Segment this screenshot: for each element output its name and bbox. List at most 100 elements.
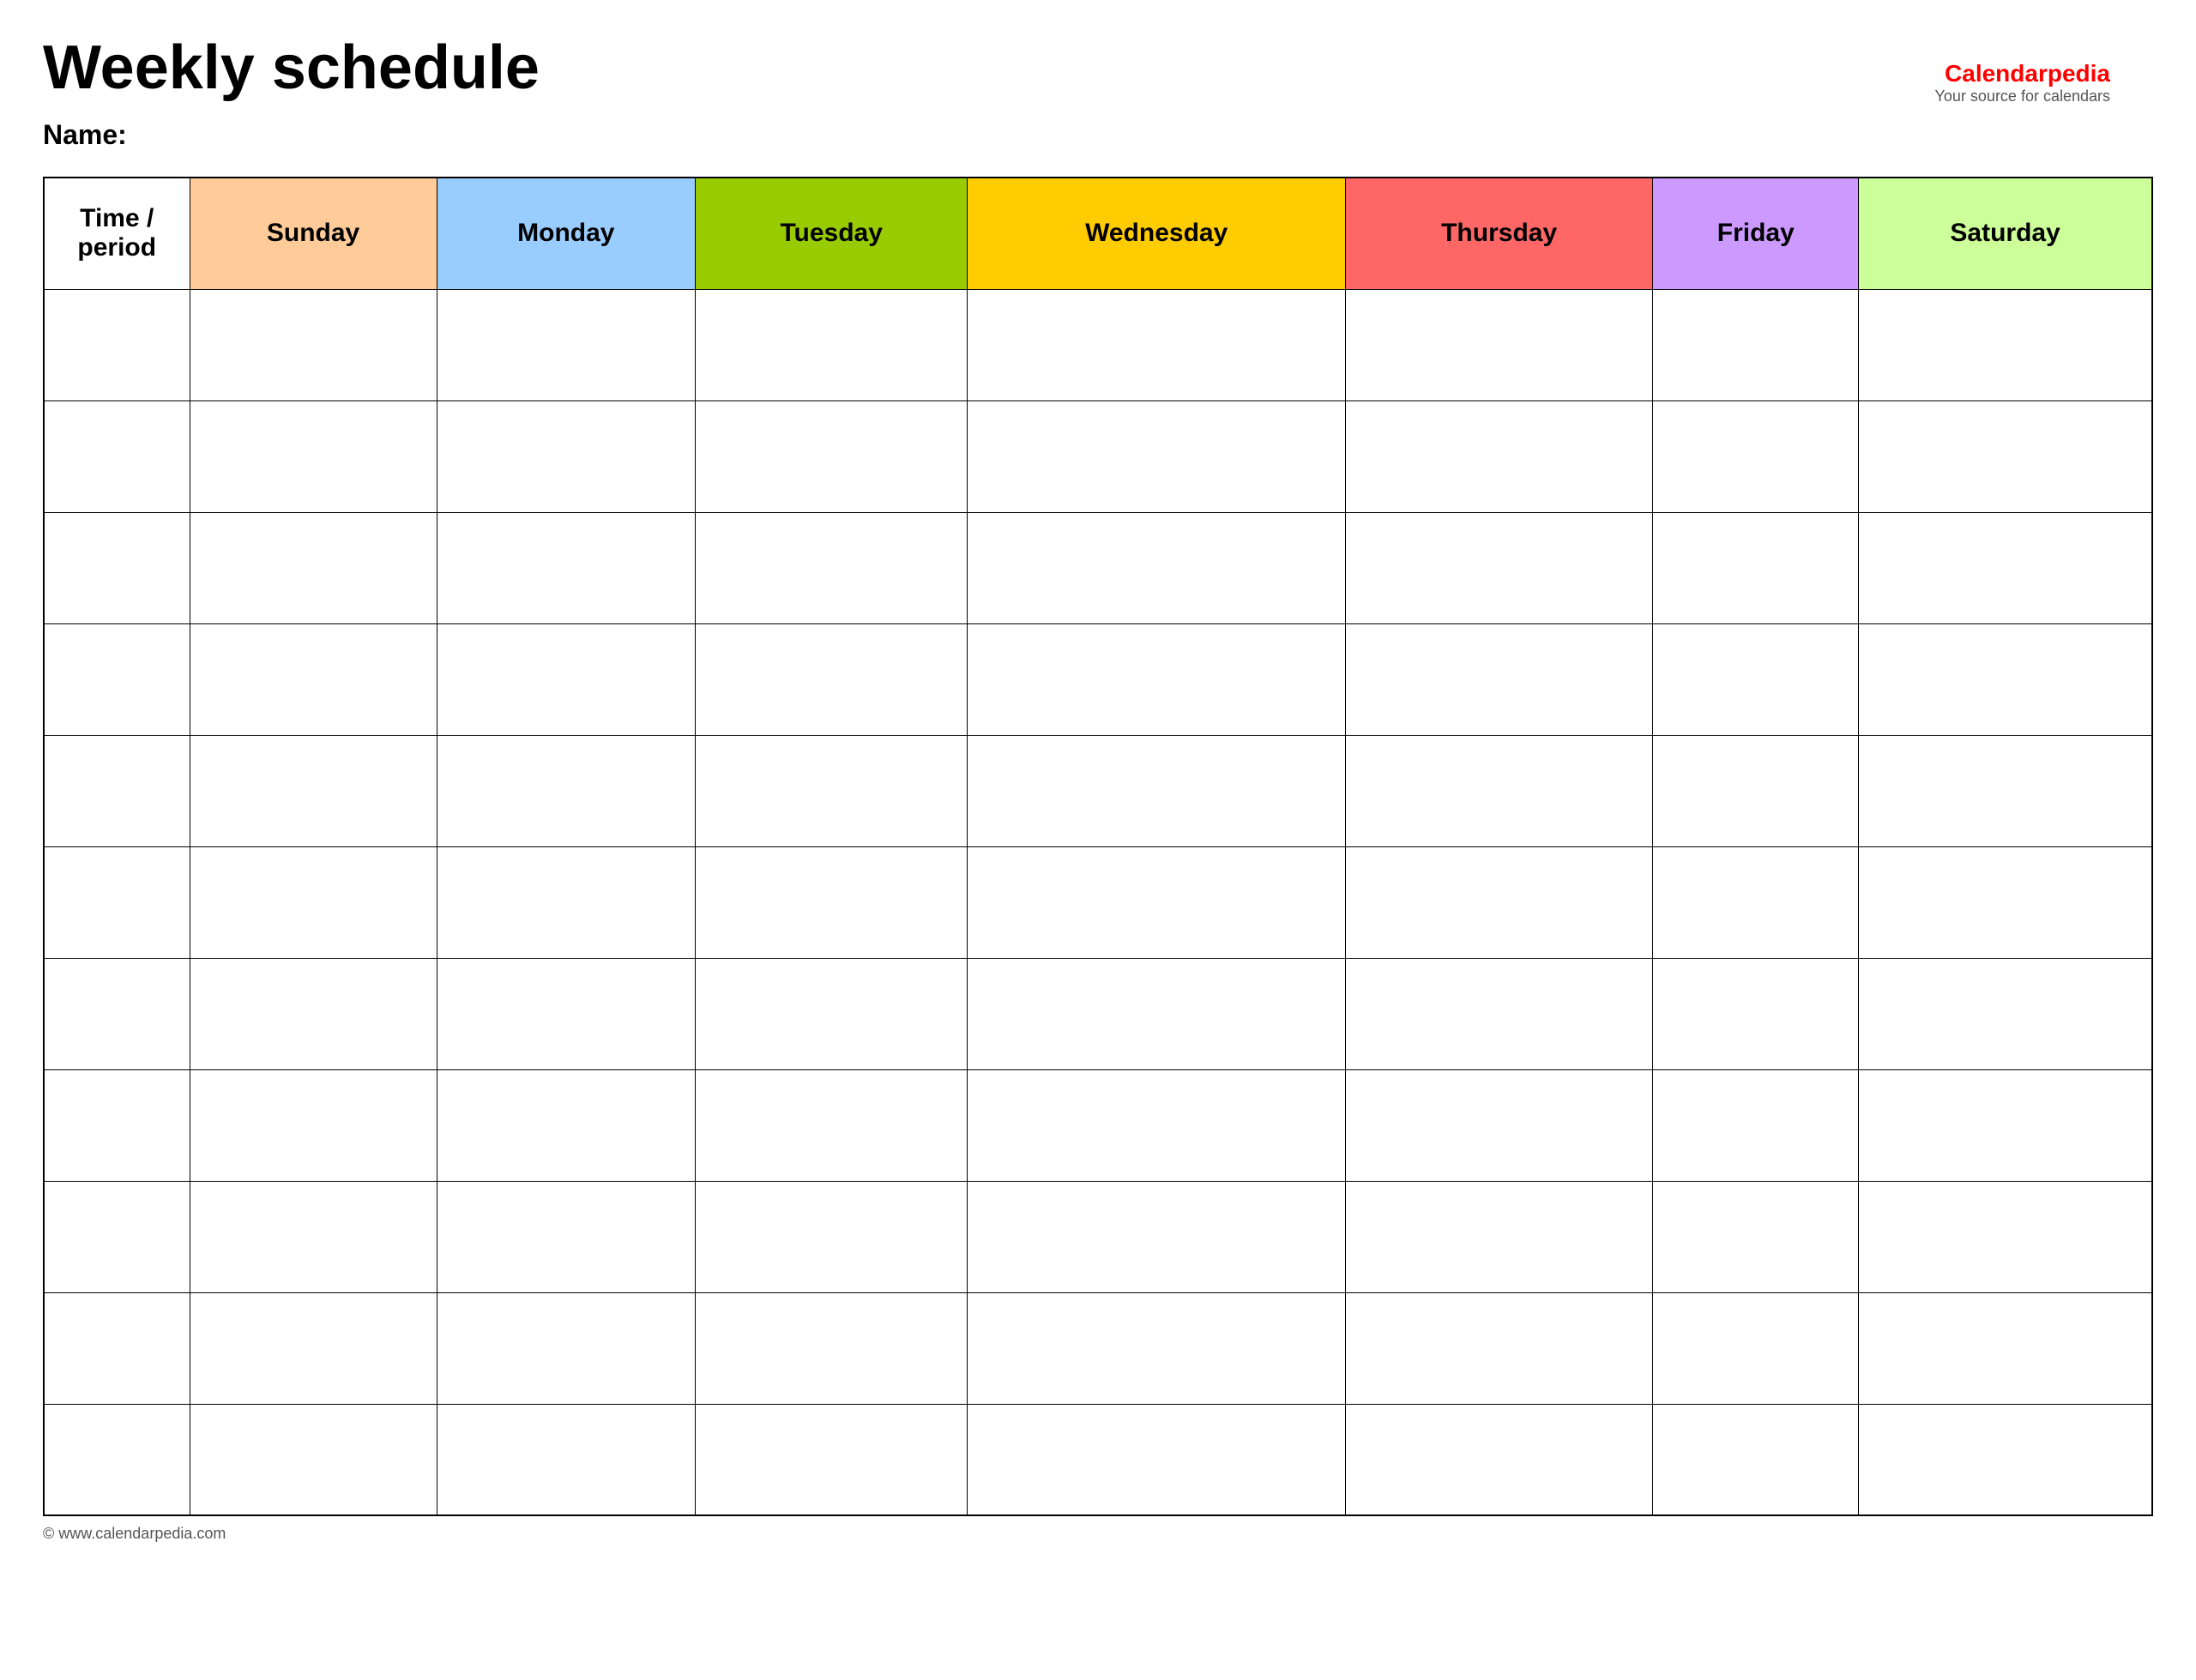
table-cell[interactable]	[968, 846, 1345, 958]
table-cell[interactable]	[1859, 1181, 2152, 1292]
table-cell[interactable]	[1345, 846, 1652, 958]
table-cell[interactable]	[1653, 846, 1859, 958]
table-cell[interactable]	[695, 512, 968, 623]
table-cell[interactable]	[1345, 400, 1652, 512]
table-cell[interactable]	[1653, 289, 1859, 400]
table-cell[interactable]	[437, 846, 695, 958]
table-cell[interactable]	[968, 1181, 1345, 1292]
table-cell[interactable]	[190, 958, 437, 1069]
table-cell[interactable]	[695, 1181, 968, 1292]
table-cell[interactable]	[1345, 1069, 1652, 1181]
table-cell[interactable]	[437, 623, 695, 735]
table-cell[interactable]	[190, 1292, 437, 1404]
table-cell[interactable]	[1653, 400, 1859, 512]
table-cell[interactable]	[1859, 623, 2152, 735]
table-row[interactable]	[44, 1069, 2152, 1181]
table-cell[interactable]	[1653, 1404, 1859, 1515]
table-cell[interactable]	[1859, 1069, 2152, 1181]
table-cell[interactable]	[695, 623, 968, 735]
table-cell[interactable]	[44, 623, 190, 735]
table-cell[interactable]	[1653, 512, 1859, 623]
table-cell[interactable]	[968, 1069, 1345, 1181]
table-cell[interactable]	[1859, 1404, 2152, 1515]
table-cell[interactable]	[44, 400, 190, 512]
table-cell[interactable]	[695, 958, 968, 1069]
table-cell[interactable]	[190, 289, 437, 400]
table-cell[interactable]	[968, 1292, 1345, 1404]
table-cell[interactable]	[1859, 512, 2152, 623]
table-cell[interactable]	[44, 735, 190, 846]
table-cell[interactable]	[437, 1181, 695, 1292]
table-row[interactable]	[44, 1181, 2152, 1292]
table-cell[interactable]	[1345, 1292, 1652, 1404]
table-cell[interactable]	[190, 400, 437, 512]
table-cell[interactable]	[44, 1069, 190, 1181]
table-cell[interactable]	[695, 1069, 968, 1181]
table-row[interactable]	[44, 623, 2152, 735]
table-cell[interactable]	[44, 846, 190, 958]
table-row[interactable]	[44, 1292, 2152, 1404]
table-cell[interactable]	[1859, 958, 2152, 1069]
table-row[interactable]	[44, 512, 2152, 623]
table-cell[interactable]	[968, 289, 1345, 400]
table-row[interactable]	[44, 846, 2152, 958]
table-row[interactable]	[44, 958, 2152, 1069]
table-cell[interactable]	[1859, 289, 2152, 400]
table-cell[interactable]	[1859, 846, 2152, 958]
table-cell[interactable]	[437, 289, 695, 400]
table-row[interactable]	[44, 1404, 2152, 1515]
table-cell[interactable]	[1345, 1181, 1652, 1292]
table-cell[interactable]	[1653, 735, 1859, 846]
table-cell[interactable]	[1345, 623, 1652, 735]
table-cell[interactable]	[1653, 1292, 1859, 1404]
table-cell[interactable]	[1859, 735, 2152, 846]
table-cell[interactable]	[695, 846, 968, 958]
table-cell[interactable]	[44, 1404, 190, 1515]
table-cell[interactable]	[695, 400, 968, 512]
table-cell[interactable]	[968, 735, 1345, 846]
table-cell[interactable]	[437, 512, 695, 623]
table-row[interactable]	[44, 289, 2152, 400]
table-cell[interactable]	[968, 623, 1345, 735]
table-cell[interactable]	[695, 1404, 968, 1515]
table-cell[interactable]	[44, 958, 190, 1069]
table-cell[interactable]	[437, 958, 695, 1069]
table-cell[interactable]	[695, 289, 968, 400]
table-cell[interactable]	[437, 1404, 695, 1515]
table-cell[interactable]	[437, 1292, 695, 1404]
table-cell[interactable]	[1345, 958, 1652, 1069]
table-cell[interactable]	[190, 512, 437, 623]
table-cell[interactable]	[1653, 623, 1859, 735]
table-cell[interactable]	[44, 1181, 190, 1292]
table-cell[interactable]	[968, 1404, 1345, 1515]
table-cell[interactable]	[190, 1181, 437, 1292]
table-cell[interactable]	[1859, 400, 2152, 512]
table-cell[interactable]	[190, 846, 437, 958]
table-cell[interactable]	[437, 1069, 695, 1181]
table-cell[interactable]	[1653, 1069, 1859, 1181]
table-cell[interactable]	[1653, 1181, 1859, 1292]
table-row[interactable]	[44, 735, 2152, 846]
table-cell[interactable]	[968, 958, 1345, 1069]
table-cell[interactable]	[44, 289, 190, 400]
table-cell[interactable]	[1345, 1404, 1652, 1515]
table-cell[interactable]	[437, 735, 695, 846]
table-cell[interactable]	[695, 1292, 968, 1404]
table-row[interactable]	[44, 400, 2152, 512]
table-cell[interactable]	[968, 400, 1345, 512]
table-cell[interactable]	[190, 1069, 437, 1181]
col-header-saturday: Saturday	[1859, 178, 2152, 289]
table-cell[interactable]	[190, 1404, 437, 1515]
table-cell[interactable]	[190, 623, 437, 735]
table-cell[interactable]	[695, 735, 968, 846]
table-cell[interactable]	[1653, 958, 1859, 1069]
table-cell[interactable]	[1859, 1292, 2152, 1404]
table-cell[interactable]	[44, 1292, 190, 1404]
table-cell[interactable]	[1345, 512, 1652, 623]
table-cell[interactable]	[44, 512, 190, 623]
table-cell[interactable]	[1345, 289, 1652, 400]
table-cell[interactable]	[1345, 735, 1652, 846]
table-cell[interactable]	[190, 735, 437, 846]
table-cell[interactable]	[437, 400, 695, 512]
table-cell[interactable]	[968, 512, 1345, 623]
